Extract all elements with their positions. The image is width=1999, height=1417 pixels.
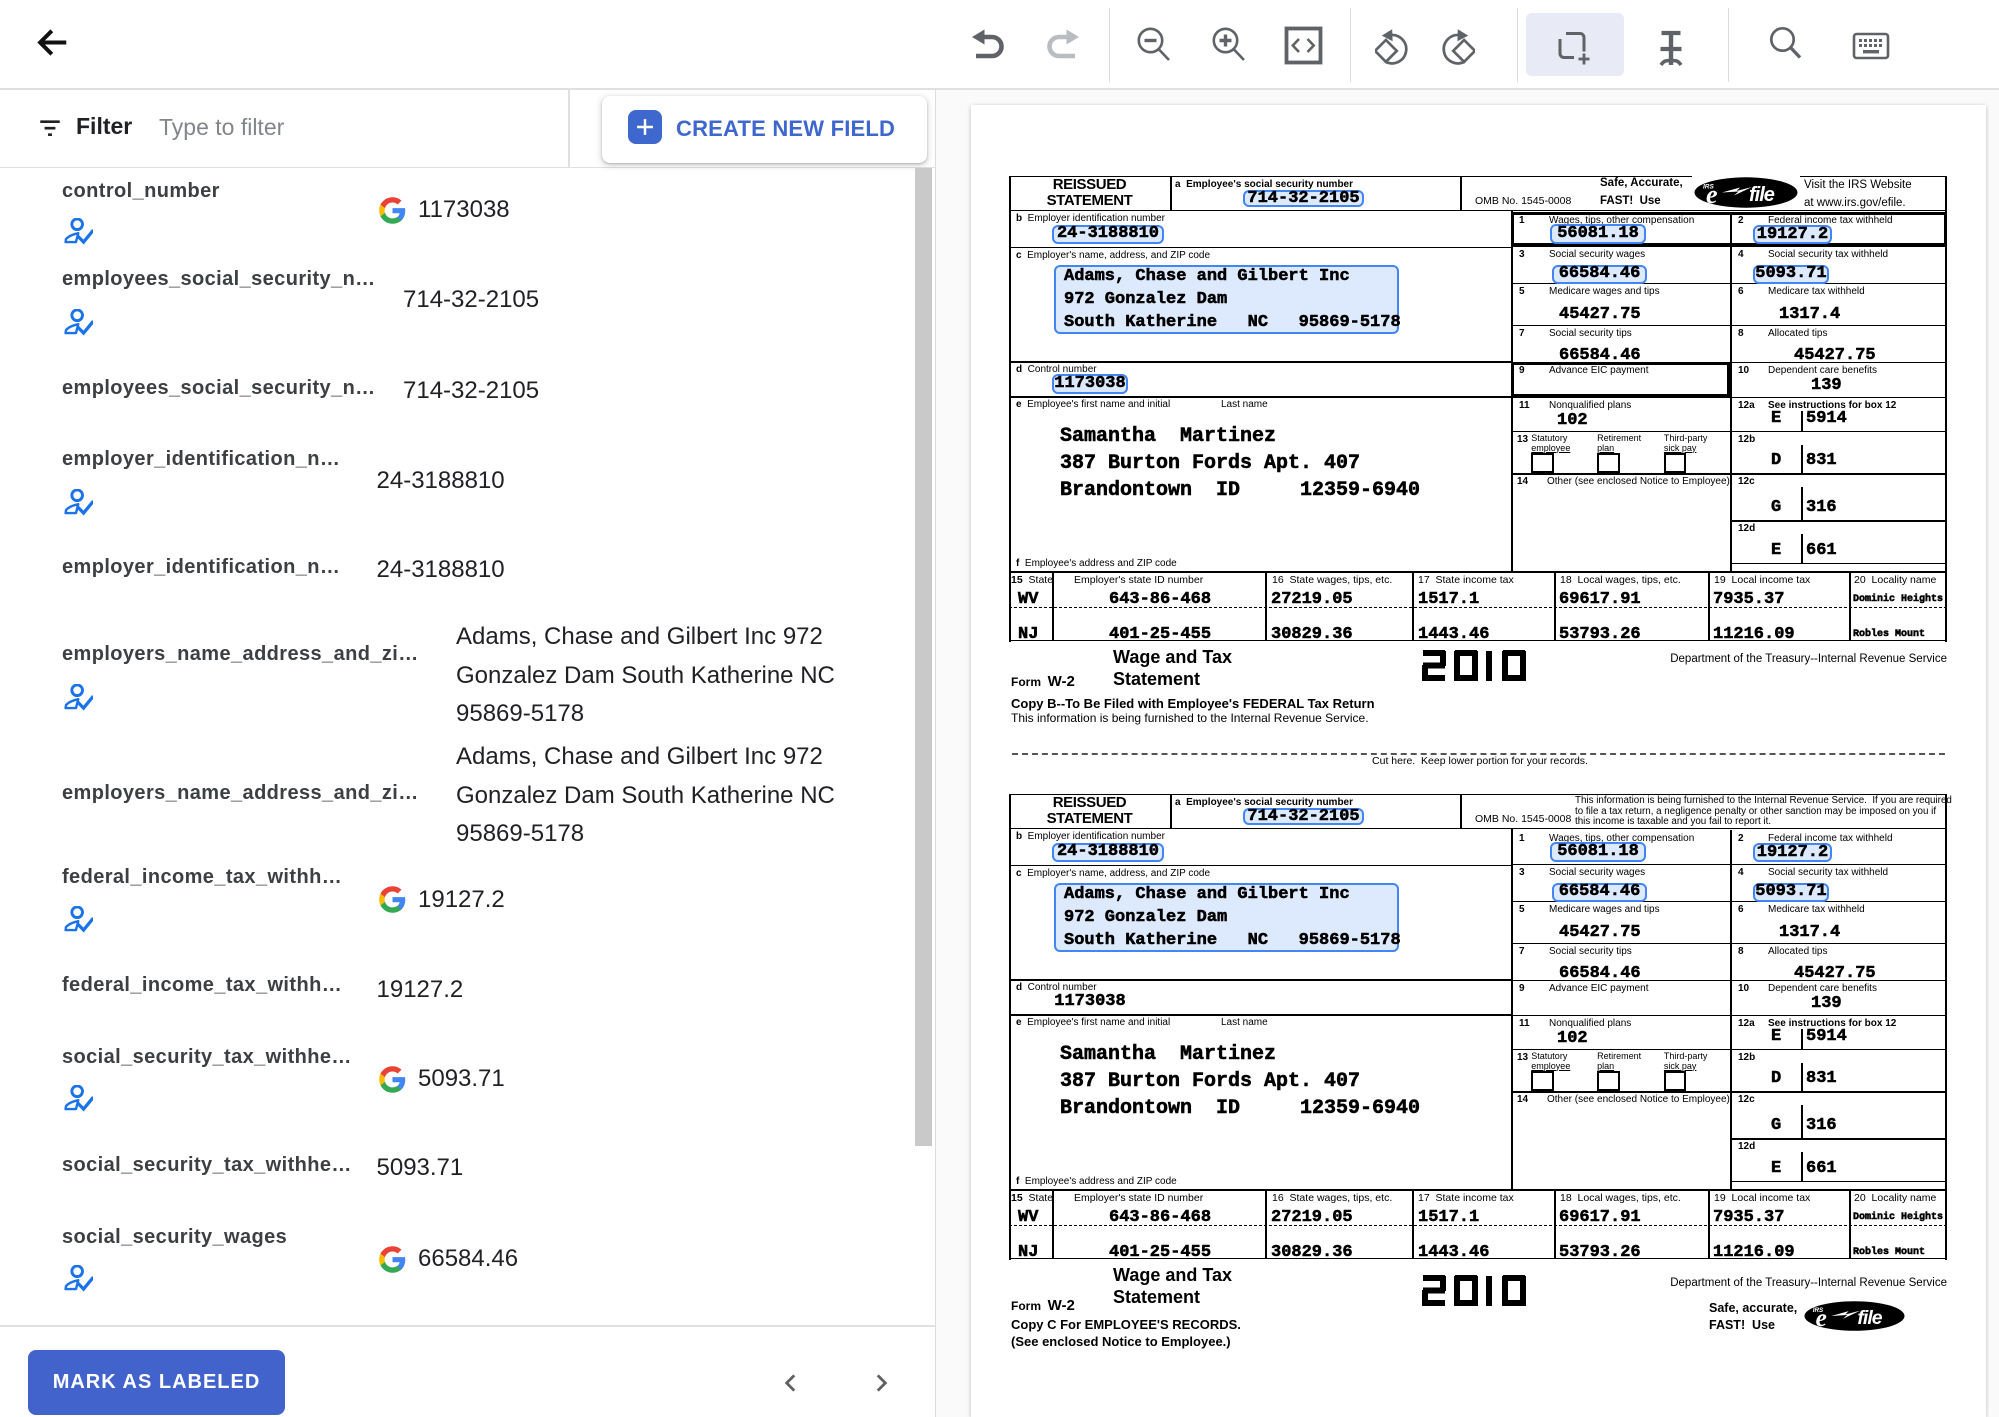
- svg-text:e: e: [1706, 180, 1718, 208]
- svg-text:e: e: [1816, 1304, 1827, 1332]
- svg-text:file: file: [1857, 1307, 1882, 1329]
- svg-text:file: file: [1749, 184, 1775, 206]
